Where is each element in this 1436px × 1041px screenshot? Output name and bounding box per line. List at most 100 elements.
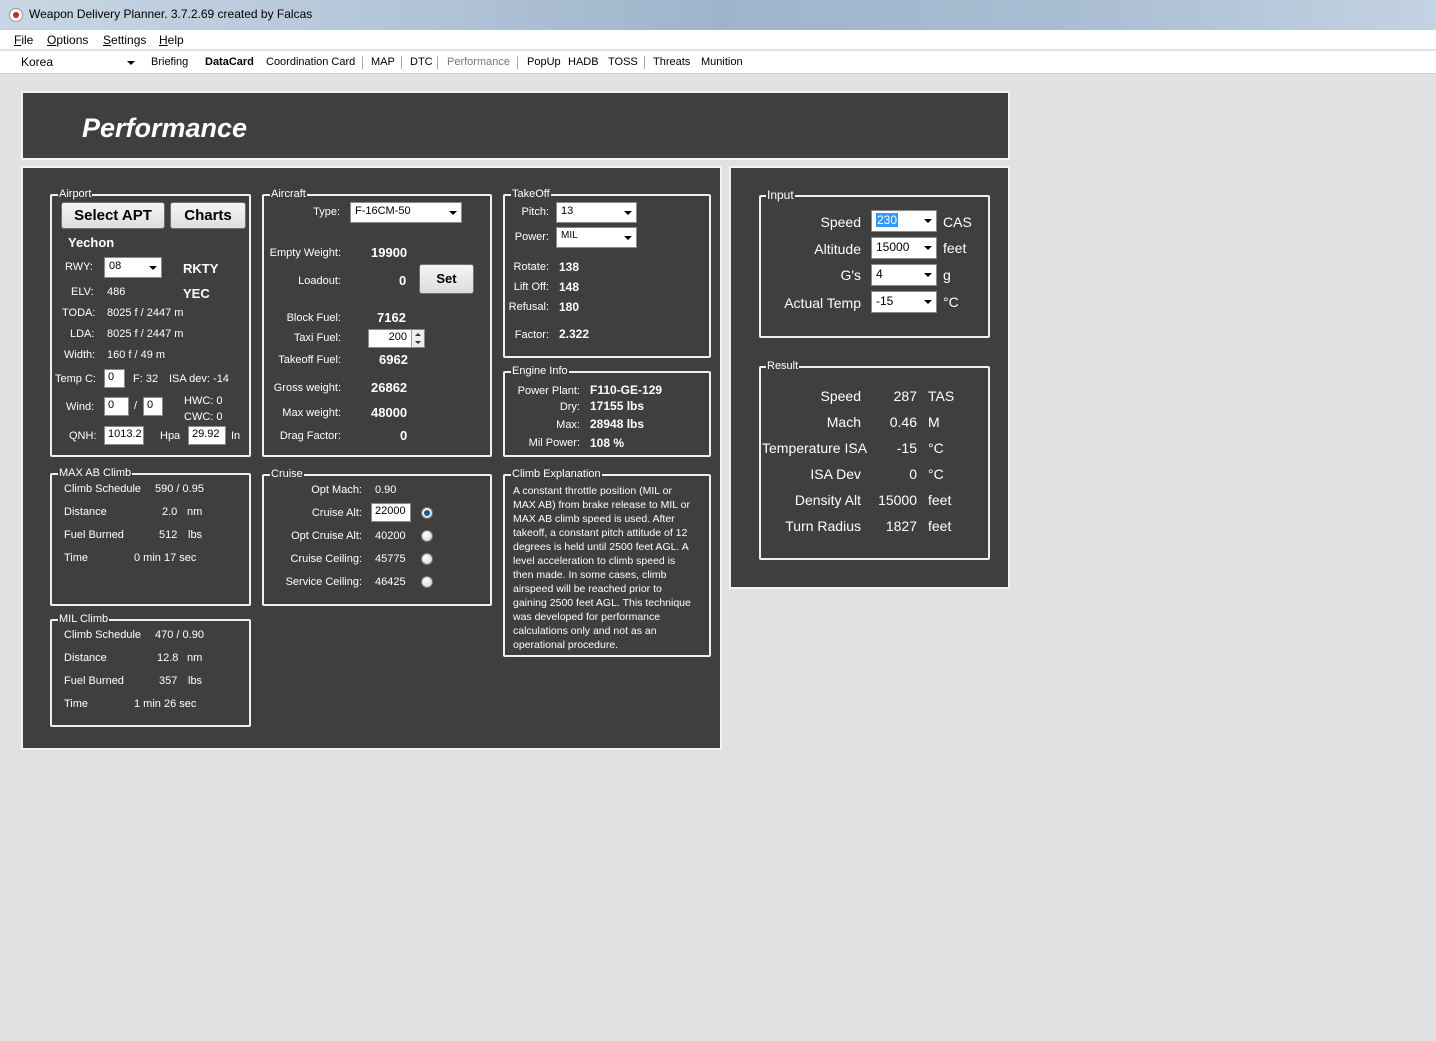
- explanation-line: level acceleration to climb speed is: [513, 555, 676, 567]
- power-select[interactable]: MIL: [556, 227, 637, 248]
- toolbar-separator: [437, 56, 438, 69]
- altitude-select[interactable]: 15000: [871, 237, 937, 259]
- liftoff-label: Lift Off:: [513, 281, 549, 293]
- speed-unit: CAS: [943, 214, 972, 230]
- cruise-ceiling-radio[interactable]: [421, 553, 433, 565]
- opt-mach-value: 0.90: [375, 484, 397, 496]
- nav-toss[interactable]: TOSS: [608, 56, 638, 68]
- toolbar-separator: [362, 56, 363, 69]
- dry-thrust-value: 17155 lbs: [590, 399, 645, 413]
- menu-file[interactable]: File: [14, 33, 33, 47]
- wind-speed-input[interactable]: 0: [143, 397, 163, 416]
- actual-temp-unit: °C: [943, 294, 959, 310]
- empty-weight-label: Empty Weight:: [269, 247, 341, 259]
- lda-label: LDA:: [70, 328, 95, 340]
- actual-temp-select[interactable]: -15: [871, 291, 937, 313]
- cruise-alt-input[interactable]: 22000: [371, 503, 411, 522]
- service-ceiling-radio[interactable]: [421, 576, 433, 588]
- menu-settings[interactable]: Settings: [103, 33, 146, 47]
- charts-button[interactable]: Charts: [170, 202, 246, 229]
- in-unit: In: [231, 430, 241, 442]
- menu-help[interactable]: Help: [159, 33, 184, 47]
- explanation-line: MAX AB climb speed is used. After: [513, 513, 675, 525]
- nav-hadb[interactable]: HADB: [568, 56, 599, 68]
- menu-bar: File Options Settings Help: [0, 30, 1436, 50]
- gs-label: G's: [840, 267, 861, 283]
- set-loadout-button[interactable]: Set: [419, 264, 474, 294]
- pitch-select[interactable]: 13: [556, 202, 637, 223]
- wind-separator: /: [134, 400, 138, 412]
- lda-value: 8025 f / 2447 m: [107, 328, 184, 340]
- select-airport-button[interactable]: Select APT: [61, 202, 165, 229]
- max-weight-value: 48000: [371, 405, 408, 420]
- nav-map[interactable]: MAP: [371, 56, 395, 68]
- spin-down-icon: [415, 341, 421, 344]
- qnh-inches-input[interactable]: 29.92: [188, 426, 226, 445]
- gross-weight-label: Gross weight:: [273, 382, 341, 394]
- qnh-label: QNH:: [69, 430, 97, 442]
- aircraft-legend: Aircraft: [270, 188, 307, 200]
- chevron-down-icon: [127, 60, 135, 65]
- result-mach-value: 0.46: [889, 414, 917, 430]
- toolbar: Korea Briefing DataCard Coordination Car…: [0, 51, 1436, 74]
- qnh-hpa-input[interactable]: 1013.2: [104, 426, 144, 445]
- result-turn-radius-unit: feet: [928, 518, 952, 534]
- nav-dtc[interactable]: DTC: [410, 56, 433, 68]
- explanation-line: was developed for performance: [513, 611, 661, 623]
- nav-datacard[interactable]: DataCard: [205, 56, 254, 68]
- chevron-down-icon: [624, 235, 632, 240]
- refusal-label: Refusal:: [508, 301, 549, 313]
- temp-c-input[interactable]: 0: [104, 369, 125, 388]
- explanation-line: airspeed will be reached prior to: [513, 583, 662, 595]
- toda-value: 8025 f / 2447 m: [107, 307, 184, 319]
- fuel-burned-label: Fuel Burned: [64, 529, 124, 541]
- climb-schedule-value: 590 / 0.95: [155, 483, 204, 495]
- menu-options[interactable]: Options: [47, 33, 88, 47]
- region-select[interactable]: Korea: [17, 53, 139, 72]
- explanation-line: A constant throttle position (MIL or: [513, 485, 672, 497]
- distance-unit: nm: [187, 652, 203, 664]
- aircraft-type-select[interactable]: F-16CM-50: [350, 202, 462, 223]
- engine-info-legend: Engine Info: [511, 365, 569, 377]
- gs-select[interactable]: 4: [871, 264, 937, 286]
- elevation-value: 486: [107, 286, 126, 298]
- nav-coordination-card[interactable]: Coordination Card: [266, 56, 355, 68]
- gross-weight-value: 26862: [371, 380, 408, 395]
- climb-schedule-label: Climb Schedule: [64, 629, 142, 641]
- max-weight-label: Max weight:: [282, 407, 341, 419]
- nav-briefing[interactable]: Briefing: [151, 56, 188, 68]
- power-label: Power:: [514, 231, 549, 243]
- type-label: Type:: [313, 206, 340, 218]
- toolbar-separator: [401, 56, 402, 69]
- max-ab-climb-legend: MAX AB Climb: [58, 467, 133, 479]
- opt-cruise-alt-radio[interactable]: [421, 530, 433, 542]
- result-density-alt-unit: feet: [928, 492, 952, 508]
- factor-value: 2.322: [559, 327, 590, 341]
- result-temperature-isa-unit: °C: [928, 440, 944, 456]
- climb-schedule-label: Climb Schedule: [64, 483, 142, 495]
- nav-threats[interactable]: Threats: [653, 56, 690, 68]
- cruise-alt-radio[interactable]: [421, 507, 433, 519]
- fuel-burned-unit: lbs: [188, 675, 203, 687]
- chevron-down-icon: [449, 210, 457, 215]
- header-panel: Performance: [21, 91, 1010, 160]
- dry-label: Dry:: [559, 401, 580, 413]
- runway-select[interactable]: 08: [104, 257, 162, 278]
- explanation-line: degrees is held until 2500 feet AGL. A: [513, 541, 689, 553]
- climb-explanation-text: A constant throttle position (MIL or MAX…: [513, 484, 707, 652]
- altitude-unit: feet: [943, 240, 967, 256]
- nav-munition[interactable]: Munition: [701, 56, 743, 68]
- explanation-line: calculations only and not as an: [513, 625, 657, 637]
- taxi-fuel-spinner[interactable]: [411, 330, 424, 347]
- takeoff-fuel-label: Takeoff Fuel:: [278, 354, 341, 366]
- drag-factor-label: Drag Factor:: [279, 430, 341, 442]
- nav-performance[interactable]: Performance: [447, 56, 510, 68]
- result-speed-unit: TAS: [928, 388, 955, 404]
- speed-select[interactable]: 230: [871, 210, 937, 232]
- toolbar-separator: [517, 56, 518, 69]
- nav-popup[interactable]: PopUp: [527, 56, 561, 68]
- wind-direction-input[interactable]: 0: [104, 397, 129, 416]
- app-icon: [9, 8, 23, 22]
- distance-value: 2.0: [162, 506, 178, 518]
- service-ceiling-label: Service Ceiling:: [285, 576, 362, 588]
